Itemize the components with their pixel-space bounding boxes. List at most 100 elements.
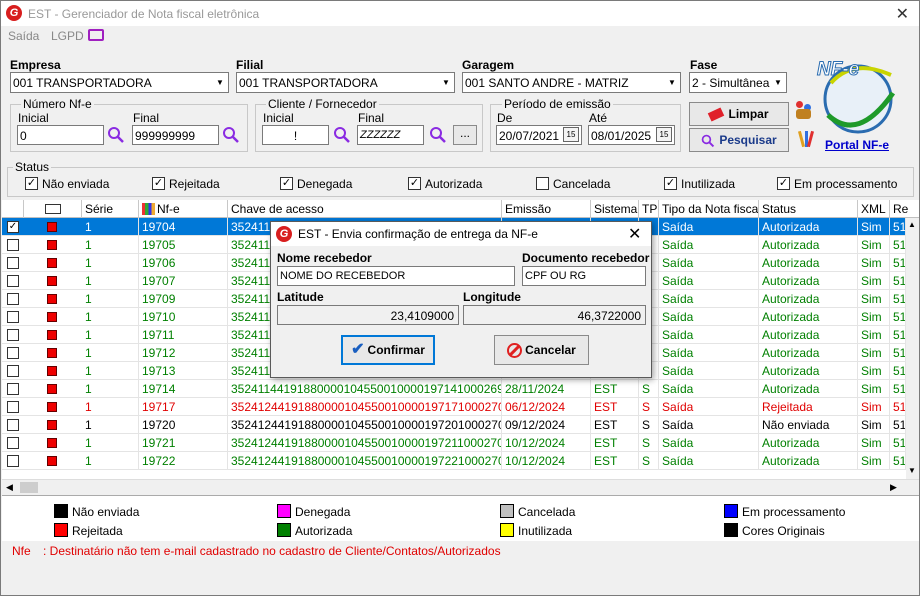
row-checkbox[interactable]: ✓: [7, 221, 19, 233]
row-checkbox[interactable]: [7, 437, 19, 449]
search-icon[interactable]: [333, 126, 351, 144]
row-checkbox[interactable]: [7, 401, 19, 413]
filial-select[interactable]: 001 TRANSPORTADORA ▼: [236, 72, 455, 93]
table-row[interactable]: 1 19722 3524124419188000010455001000019722…: [2, 452, 906, 470]
cell-re: 51: [890, 344, 906, 362]
numero-inicial-input[interactable]: 0: [17, 125, 104, 145]
calendar-icon[interactable]: 15: [563, 127, 579, 142]
color-legend: Não enviada Denegada Cancelada Em processam…: [2, 495, 919, 541]
status-checkbox[interactable]: ✓: [152, 177, 165, 190]
dialog-close-button[interactable]: ✕: [628, 224, 641, 244]
cell-status: Autorizada: [759, 362, 858, 380]
col-status[interactable]: Status: [759, 200, 858, 218]
cliente-more-button[interactable]: ...: [453, 125, 477, 145]
cell-status: Autorizada: [759, 380, 858, 398]
search-icon[interactable]: [107, 126, 125, 144]
col-sistema[interactable]: Sistema: [591, 200, 639, 218]
legend-label: Em processamento: [742, 505, 846, 519]
monitor-icon[interactable]: [88, 29, 104, 41]
cell-tipo: Saída: [659, 326, 759, 344]
table-row[interactable]: 1 19714 3524114419188000010455001000019714…: [2, 380, 906, 398]
cell-chave: 3524124419188000010455001000019721100027…: [228, 434, 502, 452]
menu-item-lgpd[interactable]: LGPD: [51, 29, 84, 43]
row-checkbox[interactable]: [7, 419, 19, 431]
cell-tp: S: [639, 452, 659, 470]
status-checkbox[interactable]: ✓: [408, 177, 421, 190]
col-chave[interactable]: Chave de acesso: [228, 200, 502, 218]
col-tipo[interactable]: Tipo da Nota fiscal: [659, 200, 759, 218]
row-checkbox[interactable]: [7, 293, 19, 305]
cancelar-button[interactable]: Cancelar: [494, 335, 589, 365]
numero-final-input[interactable]: 999999999: [132, 125, 219, 145]
search-icon[interactable]: [222, 126, 240, 144]
email-status-icon: [47, 312, 57, 322]
close-window-button[interactable]: ✕: [896, 4, 909, 24]
status-checkbox-label: Cancelada: [553, 177, 611, 191]
fase-select[interactable]: 2 - Simultânea ▼: [689, 72, 787, 93]
table-row[interactable]: 1 19721 3524124419188000010455001000019721…: [2, 434, 906, 452]
pesquisar-button[interactable]: Pesquisar: [689, 128, 789, 152]
scroll-thumb[interactable]: [20, 482, 38, 493]
status-checkbox[interactable]: ✓: [777, 177, 790, 190]
empresa-select[interactable]: 001 TRANSPORTADORA ▼: [10, 72, 229, 93]
scroll-down-icon[interactable]: ▼: [908, 466, 916, 475]
col-email[interactable]: [24, 200, 82, 218]
cell-tipo: Saída: [659, 218, 759, 236]
cell-xml: Sim: [858, 434, 890, 452]
scroll-left-icon[interactable]: ◀: [6, 482, 13, 493]
row-checkbox[interactable]: [7, 455, 19, 467]
check-icon: ✔: [351, 341, 365, 358]
cell-tipo: Saída: [659, 344, 759, 362]
scroll-up-icon[interactable]: ▲: [908, 220, 916, 229]
status-checkbox[interactable]: [536, 177, 549, 190]
row-checkbox[interactable]: [7, 257, 19, 269]
calendar-icon[interactable]: 15: [656, 127, 672, 142]
cell-chave: 3524124419188000010455001000019720100027…: [228, 416, 502, 434]
latitude-input[interactable]: 23,4109000: [277, 305, 459, 325]
sort-bars-icon: [142, 203, 155, 215]
table-row[interactable]: 1 19717 3524124419188000010455001000019717…: [2, 398, 906, 416]
limpar-button[interactable]: Limpar: [689, 102, 789, 126]
numero-nfe-title: Número Nf-e: [21, 97, 94, 111]
col-emissao[interactable]: Emissão: [502, 200, 591, 218]
cell-status: Autorizada: [759, 344, 858, 362]
cell-xml: Sim: [858, 290, 890, 308]
status-checkbox[interactable]: ✓: [25, 177, 38, 190]
menu-item-saida[interactable]: Saída: [8, 29, 39, 43]
cell-nfe: 19721: [139, 434, 228, 452]
cliente-inicial-input[interactable]: !: [262, 125, 329, 145]
row-checkbox[interactable]: [7, 311, 19, 323]
row-checkbox[interactable]: [7, 329, 19, 341]
col-re[interactable]: Re: [890, 200, 919, 218]
col-tp[interactable]: TP: [639, 200, 659, 218]
cell-tp: S: [639, 380, 659, 398]
scroll-right-icon[interactable]: ▶: [890, 482, 897, 493]
col-xml[interactable]: XML: [858, 200, 890, 218]
status-checkbox[interactable]: ✓: [664, 177, 677, 190]
documento-recebedor-input[interactable]: CPF OU RG: [522, 266, 646, 286]
search-icon[interactable]: [429, 126, 447, 144]
col-nfe[interactable]: Nf-e: [139, 200, 228, 218]
chevron-down-icon: ▼: [770, 73, 786, 92]
cell-nfe: 19704: [139, 218, 228, 236]
row-checkbox[interactable]: [7, 383, 19, 395]
row-checkbox[interactable]: [7, 347, 19, 359]
col-serie[interactable]: Série: [82, 200, 139, 218]
row-checkbox[interactable]: [7, 239, 19, 251]
nome-recebedor-input[interactable]: NOME DO RECEBEDOR: [277, 266, 515, 286]
cliente-final-input[interactable]: ZZZZZZ: [357, 125, 424, 145]
row-checkbox[interactable]: [7, 365, 19, 377]
table-row[interactable]: 1 19720 3524124419188000010455001000019720…: [2, 416, 906, 434]
app-logo-icon: G: [276, 226, 292, 242]
vertical-scrollbar[interactable]: ▲ ▼: [906, 218, 919, 479]
row-checkbox[interactable]: [7, 275, 19, 287]
status-checkbox[interactable]: ✓: [280, 177, 293, 190]
cell-nfe: 19722: [139, 452, 228, 470]
cell-chave: 3524114419188000010455001000019714100026…: [228, 380, 502, 398]
longitude-input[interactable]: 46,3722000: [463, 305, 646, 325]
horizontal-scrollbar[interactable]: ◀ ▶: [2, 479, 919, 495]
portal-nfe-link[interactable]: Portal NF-e: [825, 138, 889, 152]
col-check[interactable]: [2, 200, 24, 218]
garagem-select[interactable]: 001 SANTO ANDRE - MATRIZ ▼: [462, 72, 681, 93]
confirmar-button[interactable]: ✔ Confirmar: [341, 335, 435, 365]
